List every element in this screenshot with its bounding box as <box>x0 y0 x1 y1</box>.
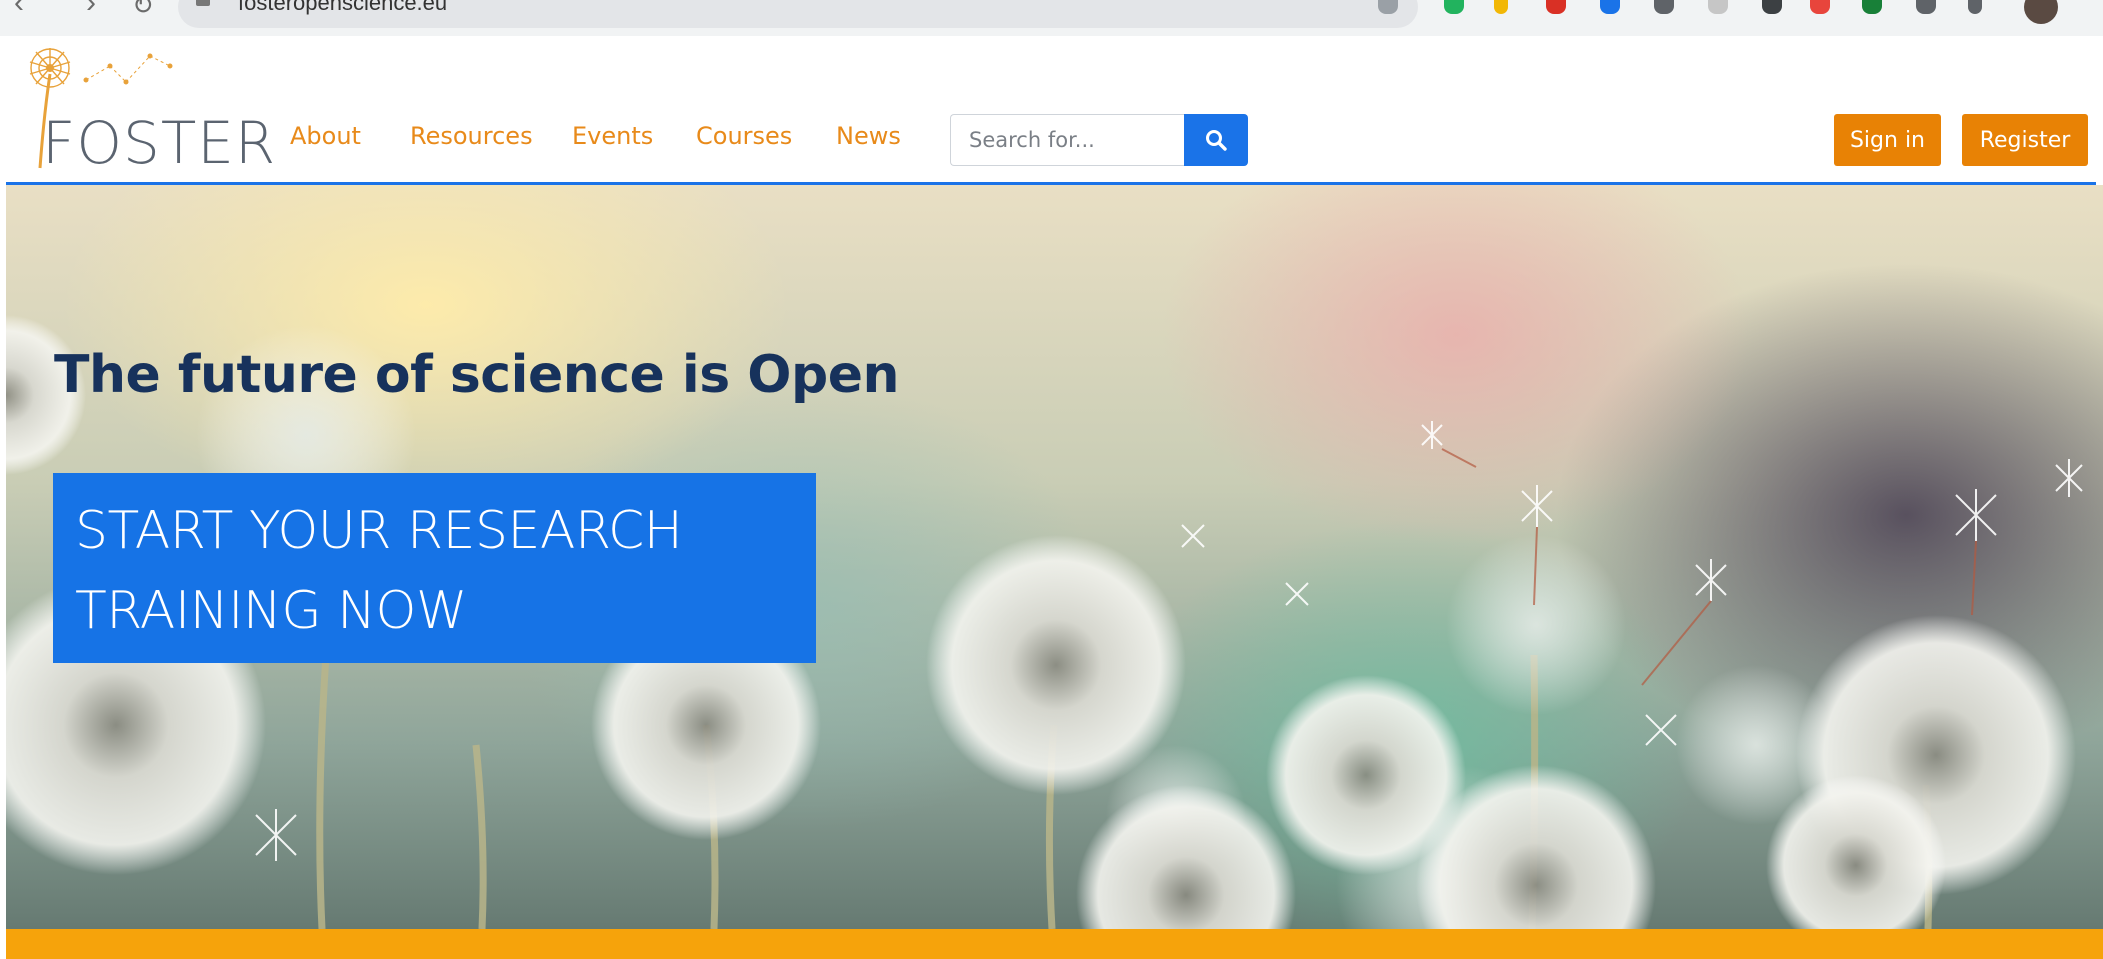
extension-icon[interactable] <box>1762 0 1782 14</box>
start-training-button[interactable]: START YOUR RESEARCH TRAINING NOW <box>53 473 816 663</box>
extension-icon[interactable] <box>1862 0 1882 14</box>
extension-icon[interactable] <box>1494 0 1508 14</box>
nav-about[interactable]: About <box>290 122 361 150</box>
register-button[interactable]: Register <box>1962 114 2088 166</box>
back-icon[interactable]: ‹ <box>14 0 24 20</box>
logo-wordmark: FOSTER <box>42 109 277 177</box>
foster-logo[interactable]: FOSTER <box>14 44 277 177</box>
extension-icon[interactable] <box>1708 0 1728 14</box>
extension-icon[interactable] <box>1810 0 1830 14</box>
browser-toolbar: ‹ › ↻ fosteropenscience.eu <box>0 0 2103 36</box>
address-bar-url: fosteropenscience.eu <box>238 0 448 15</box>
search-button[interactable] <box>1184 114 1248 166</box>
extension-icon[interactable] <box>1916 0 1936 14</box>
extension-icon[interactable] <box>1654 0 1674 14</box>
forward-icon[interactable]: › <box>86 0 96 20</box>
search-input[interactable]: Search for... <box>950 114 1185 166</box>
extension-icon[interactable] <box>1444 0 1464 14</box>
nav-courses[interactable]: Courses <box>696 122 792 150</box>
sign-in-button[interactable]: Sign in <box>1834 114 1941 166</box>
bookmark-star-icon[interactable] <box>1378 0 1398 14</box>
cta-line-2: TRAINING NOW <box>75 581 467 641</box>
nav-resources[interactable]: Resources <box>410 122 533 150</box>
cta-line-1: START YOUR RESEARCH <box>75 501 683 561</box>
extension-icon[interactable] <box>1546 0 1566 14</box>
hero-title: The future of science is Open <box>54 345 900 405</box>
nav-events[interactable]: Events <box>572 122 653 150</box>
orange-band <box>6 929 2103 959</box>
extension-icon[interactable] <box>1600 0 1620 14</box>
lock-icon <box>196 0 210 6</box>
profile-avatar[interactable] <box>2024 0 2058 24</box>
extension-icon[interactable] <box>1968 0 1982 14</box>
reload-icon[interactable]: ↻ <box>132 0 154 21</box>
nav-news[interactable]: News <box>836 122 901 150</box>
hero-banner: The future of science is Open START YOUR… <box>6 185 2103 929</box>
search-icon <box>1206 130 1227 151</box>
